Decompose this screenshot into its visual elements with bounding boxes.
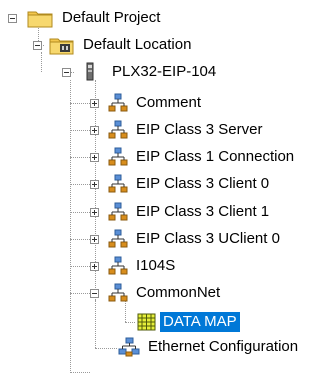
network-node-icon xyxy=(108,147,128,167)
tree-line xyxy=(70,239,92,240)
network-node-icon xyxy=(108,202,128,222)
tree-node-label: PLX32-EIP-104 xyxy=(112,63,217,80)
tree-node-eip-class-3-client-1[interactable]: EIP Class 3 Client 1 xyxy=(90,201,272,223)
network-node-icon xyxy=(108,93,128,113)
expand-toggle[interactable] xyxy=(90,235,99,244)
tree-node-label: DATA MAP xyxy=(160,312,240,332)
tree-node-eip-class-3-client-0[interactable]: EIP Class 3 Client 0 xyxy=(90,173,272,195)
folder-icon xyxy=(27,8,54,28)
tree-line xyxy=(95,300,96,348)
tree-node-label: EIP Class 1 Connection xyxy=(136,148,295,165)
tree-node-comment[interactable]: Comment xyxy=(90,92,204,114)
collapse-toggle[interactable] xyxy=(62,68,71,77)
network-node-icon xyxy=(108,256,128,276)
tree-line xyxy=(70,184,92,185)
collapse-toggle[interactable] xyxy=(33,41,42,50)
tree-node-label: Comment xyxy=(136,94,202,111)
tree-node-label: EIP Class 3 Client 0 xyxy=(136,175,270,192)
tree-node-eip-class-3-server[interactable]: EIP Class 3 Server xyxy=(90,119,265,141)
tree-node-commonnet[interactable]: CommonNet xyxy=(90,282,223,304)
expand-toggle[interactable] xyxy=(90,180,99,189)
tree-line xyxy=(125,322,135,323)
tree-node-plx32-eip-104[interactable]: PLX32-EIP-104 xyxy=(62,61,219,83)
module-icon xyxy=(84,62,96,82)
tree-line xyxy=(70,212,92,213)
tree-node-label: EIP Class 3 Client 1 xyxy=(136,203,270,220)
tree-line xyxy=(70,130,92,131)
tree-node-ethernet-configuration[interactable]: Ethernet Configuration xyxy=(118,336,301,358)
expand-toggle[interactable] xyxy=(90,262,99,271)
tree-node-label: CommonNet xyxy=(136,284,221,301)
project-tree: Default Project Default Location PLX32-E… xyxy=(0,0,335,373)
tree-line xyxy=(70,103,92,104)
network-node-icon xyxy=(108,283,128,303)
collapse-toggle[interactable] xyxy=(90,289,99,298)
tree-line xyxy=(95,80,96,312)
tree-line xyxy=(70,157,92,158)
grid-table-icon xyxy=(137,312,157,332)
ethernet-network-icon xyxy=(118,337,140,357)
tree-node-i104s[interactable]: I104S xyxy=(90,255,178,277)
tree-node-label: EIP Class 3 UClient 0 xyxy=(136,230,280,247)
tree-node-eip-class-1-connection[interactable]: EIP Class 1 Connection xyxy=(90,146,297,168)
tree-line xyxy=(70,80,71,373)
expand-toggle[interactable] xyxy=(90,153,99,162)
tree-node-default-project[interactable]: Default Project xyxy=(8,7,163,29)
expand-toggle[interactable] xyxy=(90,208,99,217)
tree-node-label: Default Project xyxy=(62,9,161,26)
folder-location-icon xyxy=(49,35,75,55)
tree-node-eip-class-3-uclient-0[interactable]: EIP Class 3 UClient 0 xyxy=(90,228,283,250)
network-node-icon xyxy=(108,174,128,194)
tree-line xyxy=(95,348,117,349)
tree-node-default-location[interactable]: Default Location xyxy=(33,34,194,56)
tree-line xyxy=(70,293,92,294)
expand-toggle[interactable] xyxy=(90,126,99,135)
expand-toggle[interactable] xyxy=(90,99,99,108)
network-node-icon xyxy=(108,120,128,140)
tree-node-label: Default Location xyxy=(83,36,192,53)
tree-node-data-map[interactable]: DATA MAP xyxy=(137,311,240,333)
collapse-toggle[interactable] xyxy=(8,14,17,23)
network-node-icon xyxy=(108,229,128,249)
tree-node-label: EIP Class 3 Server xyxy=(136,121,263,138)
tree-node-label: I104S xyxy=(136,257,176,274)
tree-line xyxy=(70,266,92,267)
tree-node-label: Ethernet Configuration xyxy=(148,338,299,355)
